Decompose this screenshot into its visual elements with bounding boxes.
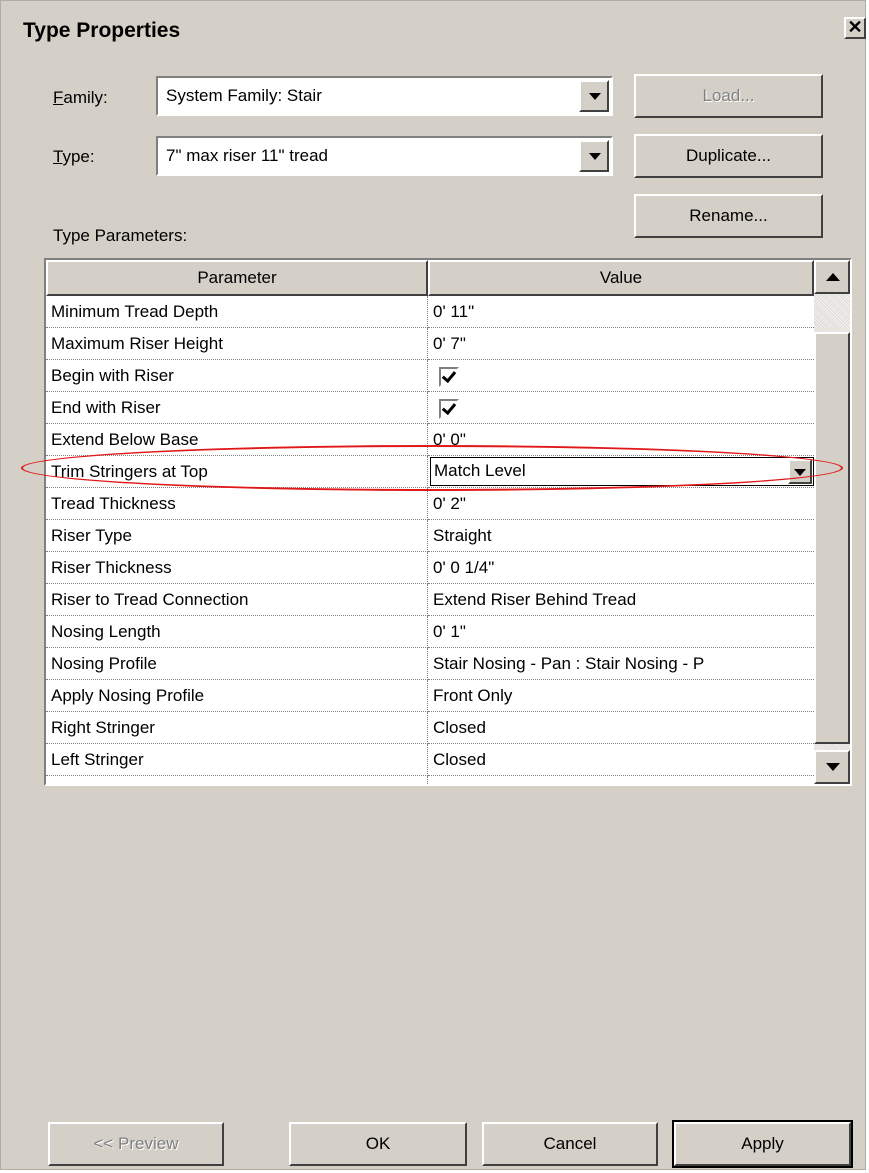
parameter-value[interactable]: 0' 2" [428, 488, 814, 520]
parameter-value[interactable]: 0' 11" [428, 296, 814, 328]
table-row[interactable]: Riser Thickness 0' 0 1/4" [46, 552, 814, 584]
load-button-label: Load... [702, 86, 755, 105]
parameter-name: Minimum Tread Depth [46, 296, 428, 328]
table-row[interactable]: Maximum Riser Height 0' 7" [46, 328, 814, 360]
table-row[interactable]: Nosing Length 0' 1" [46, 616, 814, 648]
duplicate-button-label: Duplicate... [685, 146, 772, 165]
table-row[interactable]: End with Riser [46, 392, 814, 424]
apply-button[interactable]: Apply [672, 1120, 853, 1168]
load-button[interactable]: Load... [634, 74, 823, 118]
parameter-value[interactable] [428, 392, 814, 424]
parameter-name: Riser Thickness [46, 552, 428, 584]
parameter-name: Trim Stringers at Top [46, 456, 428, 488]
parameter-value[interactable]: Stair Nosing - Pan : Stair Nosing - P [428, 648, 814, 680]
dialog-title: Type Properties [23, 19, 181, 42]
ok-button[interactable]: OK [289, 1122, 467, 1166]
header-parameter[interactable]: Parameter [46, 260, 428, 296]
scroll-up-icon[interactable] [814, 260, 850, 294]
family-label: Family: [53, 88, 108, 107]
preview-button-label: << Preview [93, 1134, 179, 1153]
parameter-name: Maximum Riser Height [46, 328, 428, 360]
family-combo-value: System Family: Stair [166, 86, 322, 105]
cancel-button-label: Cancel [543, 1134, 597, 1153]
chevron-down-icon[interactable] [788, 459, 812, 484]
parameter-value[interactable]: 0 [428, 776, 814, 784]
parameter-value[interactable]: 0' 7" [428, 328, 814, 360]
parameter-value[interactable]: Closed [428, 712, 814, 744]
table-row[interactable]: Left Stringer Closed [46, 744, 814, 776]
family-combo[interactable]: System Family: Stair [156, 76, 613, 116]
close-icon[interactable]: ✕ [844, 17, 866, 39]
table-row[interactable]: Apply Nosing Profile Front Only [46, 680, 814, 712]
scroll-down-icon[interactable] [814, 750, 850, 784]
table-row[interactable]: Nosing Profile Stair Nosing - Pan : Stair… [46, 648, 814, 680]
parameter-name: Right Stringer [46, 712, 428, 744]
table-row[interactable]: Minimum Tread Depth 0' 11" [46, 296, 814, 328]
apply-button-label: Apply [741, 1134, 784, 1153]
parameter-name: Riser to Tread Connection [46, 584, 428, 616]
combo-value: Match Level [434, 461, 526, 480]
parameter-value[interactable]: 0' 0 1/4" [428, 552, 814, 584]
type-parameters-grid[interactable]: Parameter Value Minimum Tread Depth 0' 11… [44, 258, 852, 786]
cancel-button[interactable]: Cancel [482, 1122, 658, 1166]
parameter-value[interactable]: Closed [428, 744, 814, 776]
table-row[interactable]: Tread Thickness 0' 2" [46, 488, 814, 520]
trim-stringers-combo[interactable]: Match Level [430, 457, 814, 486]
family-label-rest: amily: [63, 88, 108, 107]
table-row[interactable]: Middle Stringers0 [46, 776, 814, 784]
vertical-scrollbar[interactable] [814, 260, 850, 784]
parameter-name: Riser Type [46, 520, 428, 552]
table-row[interactable]: Right Stringer Closed [46, 712, 814, 744]
table-row[interactable]: Begin with Riser [46, 360, 814, 392]
parameter-value[interactable]: Extend Riser Behind Tread [428, 584, 814, 616]
checkbox-checked[interactable] [439, 398, 459, 419]
parameter-name: Nosing Length [46, 616, 428, 648]
parameter-value[interactable]: Straight [428, 520, 814, 552]
parameter-name: Tread Thickness [46, 488, 428, 520]
type-parameters-label: Type Parameters: [53, 226, 188, 245]
header-value[interactable]: Value [428, 260, 814, 296]
grid-header: Parameter Value [46, 260, 814, 296]
parameter-name: Nosing Profile [46, 648, 428, 680]
parameter-value[interactable]: Front Only [428, 680, 814, 712]
type-properties-dialog: Type Properties ✕ Family: System Family:… [0, 0, 866, 1170]
type-label: Type: [53, 147, 95, 166]
table-row[interactable]: Riser to Tread Connection Extend Riser Be… [46, 584, 814, 616]
table-row[interactable]: Extend Below Base 0' 0" [46, 424, 814, 456]
parameter-name: Middle Stringers [46, 776, 428, 784]
type-combo[interactable]: 7" max riser 11" tread [156, 136, 613, 176]
parameter-name: End with Riser [46, 392, 428, 424]
parameter-name: Extend Below Base [46, 424, 428, 456]
scroll-thumb[interactable] [814, 332, 850, 744]
duplicate-button[interactable]: Duplicate... [634, 134, 823, 178]
parameter-value[interactable] [428, 360, 814, 392]
rename-button[interactable]: Rename... [634, 194, 823, 238]
type-dropdown-arrow-icon[interactable] [579, 140, 609, 172]
family-dropdown-arrow-icon[interactable] [579, 80, 609, 112]
ok-button-label: OK [365, 1134, 391, 1153]
parameter-name: Left Stringer [46, 744, 428, 776]
table-row[interactable]: Trim Stringers at Top Match Level [46, 456, 814, 488]
table-row[interactable]: Riser Type Straight [46, 520, 814, 552]
parameter-name: Apply Nosing Profile [46, 680, 428, 712]
type-combo-value: 7" max riser 11" tread [166, 146, 328, 165]
rename-button-label: Rename... [689, 206, 768, 225]
parameter-value[interactable]: 0' 1" [428, 616, 814, 648]
checkbox-checked[interactable] [439, 366, 459, 387]
preview-button[interactable]: << Preview [48, 1122, 224, 1166]
parameter-name: Begin with Riser [46, 360, 428, 392]
type-label-rest: ype: [62, 147, 95, 166]
parameter-value[interactable]: 0' 0" [428, 424, 814, 456]
